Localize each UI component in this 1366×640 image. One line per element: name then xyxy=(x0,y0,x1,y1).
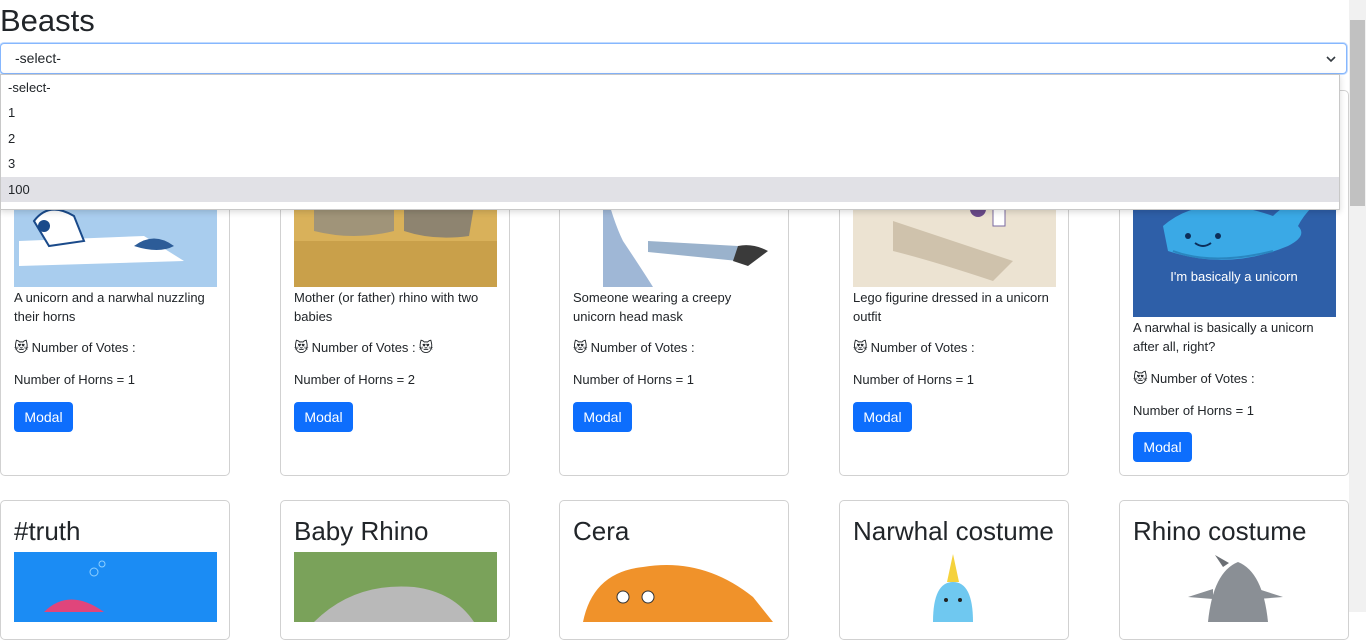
chevron-down-icon xyxy=(1326,56,1336,63)
horns-line: Number of Horns = 1 xyxy=(1133,401,1254,421)
horns-line: Number of Horns = 1 xyxy=(573,370,694,390)
cat-heart-eyes-icon[interactable]: 😻 xyxy=(14,338,29,358)
votes-label: Number of Votes : xyxy=(311,340,416,355)
votes-label: Number of Votes : xyxy=(1150,371,1255,386)
card-title: Cera xyxy=(573,516,630,546)
beast-description: A unicorn and a narwhal nuzzling their h… xyxy=(14,290,205,324)
select-option[interactable]: 3 xyxy=(1,151,1339,176)
select-option-highlighted[interactable]: 100 xyxy=(1,176,1339,202)
beast-card: Cera xyxy=(559,500,789,640)
horns-value: 1 xyxy=(127,372,136,387)
beast-card: Rhino costume xyxy=(1119,500,1349,640)
cat-heart-eyes-icon[interactable]: 😻 xyxy=(853,338,868,358)
horns-value: 1 xyxy=(966,372,975,387)
horns-label: Number of Horns = xyxy=(14,372,128,387)
beast-description: Mother (or father) rhino with two babies xyxy=(294,290,479,324)
votes-line: 😻 Number of Votes : xyxy=(14,338,136,358)
card-title: #truth xyxy=(14,516,81,546)
beast-description: Lego figurine dressed in a unicorn outfi… xyxy=(853,290,1049,324)
modal-button[interactable]: Modal xyxy=(1133,432,1192,462)
horns-value: 2 xyxy=(407,372,416,387)
beast-card: Baby Rhino xyxy=(280,500,510,640)
votes-line: 😻 Number of Votes : 😻 xyxy=(294,338,433,358)
select-value: -select- xyxy=(15,50,61,66)
scrollbar-thumb[interactable] xyxy=(1350,20,1365,206)
horns-line: Number of Horns = 2 xyxy=(294,370,415,390)
votes-label: Number of Votes : xyxy=(590,340,695,355)
votes-line: 😻 Number of Votes : xyxy=(853,338,975,358)
votes-label: Number of Votes : xyxy=(870,340,975,355)
card-title: Rhino costume xyxy=(1133,516,1307,546)
horns-line: Number of Horns = 1 xyxy=(14,370,135,390)
modal-button[interactable]: Modal xyxy=(294,402,353,432)
cat-heart-eyes-icon[interactable]: 😻 xyxy=(294,338,309,358)
votes-line: 😻 Number of Votes : xyxy=(1133,369,1255,389)
votes-value: 😻 xyxy=(418,340,434,356)
beast-card: #truth xyxy=(0,500,230,640)
beast-card: Narwhal costume xyxy=(839,500,1069,640)
horns-label: Number of Horns = xyxy=(1133,403,1247,418)
beast-description: A narwhal is basically a unicorn after a… xyxy=(1133,320,1314,354)
select-option[interactable]: 1 xyxy=(1,100,1339,125)
cat-heart-eyes-icon[interactable]: 😻 xyxy=(1133,369,1148,389)
cat-heart-eyes-icon[interactable]: 😻 xyxy=(573,338,588,358)
horns-value: 1 xyxy=(1246,403,1255,418)
horns-label: Number of Horns = xyxy=(853,372,967,387)
horns-label: Number of Horns = xyxy=(573,372,687,387)
select-option[interactable]: 2 xyxy=(1,126,1339,151)
votes-line: 😻 Number of Votes : xyxy=(573,338,695,358)
page-title: Beasts xyxy=(0,3,95,38)
modal-button[interactable]: Modal xyxy=(14,402,73,432)
card-title: Narwhal costume xyxy=(853,516,1054,546)
image-caption-text: I'm basically a unicorn xyxy=(1170,269,1297,284)
modal-button[interactable]: Modal xyxy=(573,402,632,432)
horn-filter-select[interactable]: -select- xyxy=(0,43,1347,74)
horns-line: Number of Horns = 1 xyxy=(853,370,974,390)
select-option[interactable]: -select- xyxy=(1,75,1339,100)
modal-button[interactable]: Modal xyxy=(853,402,912,432)
horns-label: Number of Horns = xyxy=(294,372,408,387)
horns-value: 1 xyxy=(686,372,695,387)
card-title: Baby Rhino xyxy=(294,516,429,546)
beast-description: Someone wearing a creepy unicorn head ma… xyxy=(573,290,732,324)
select-dropdown-list: -select- 1 2 3 100 xyxy=(0,74,1340,210)
votes-label: Number of Votes : xyxy=(31,340,136,355)
